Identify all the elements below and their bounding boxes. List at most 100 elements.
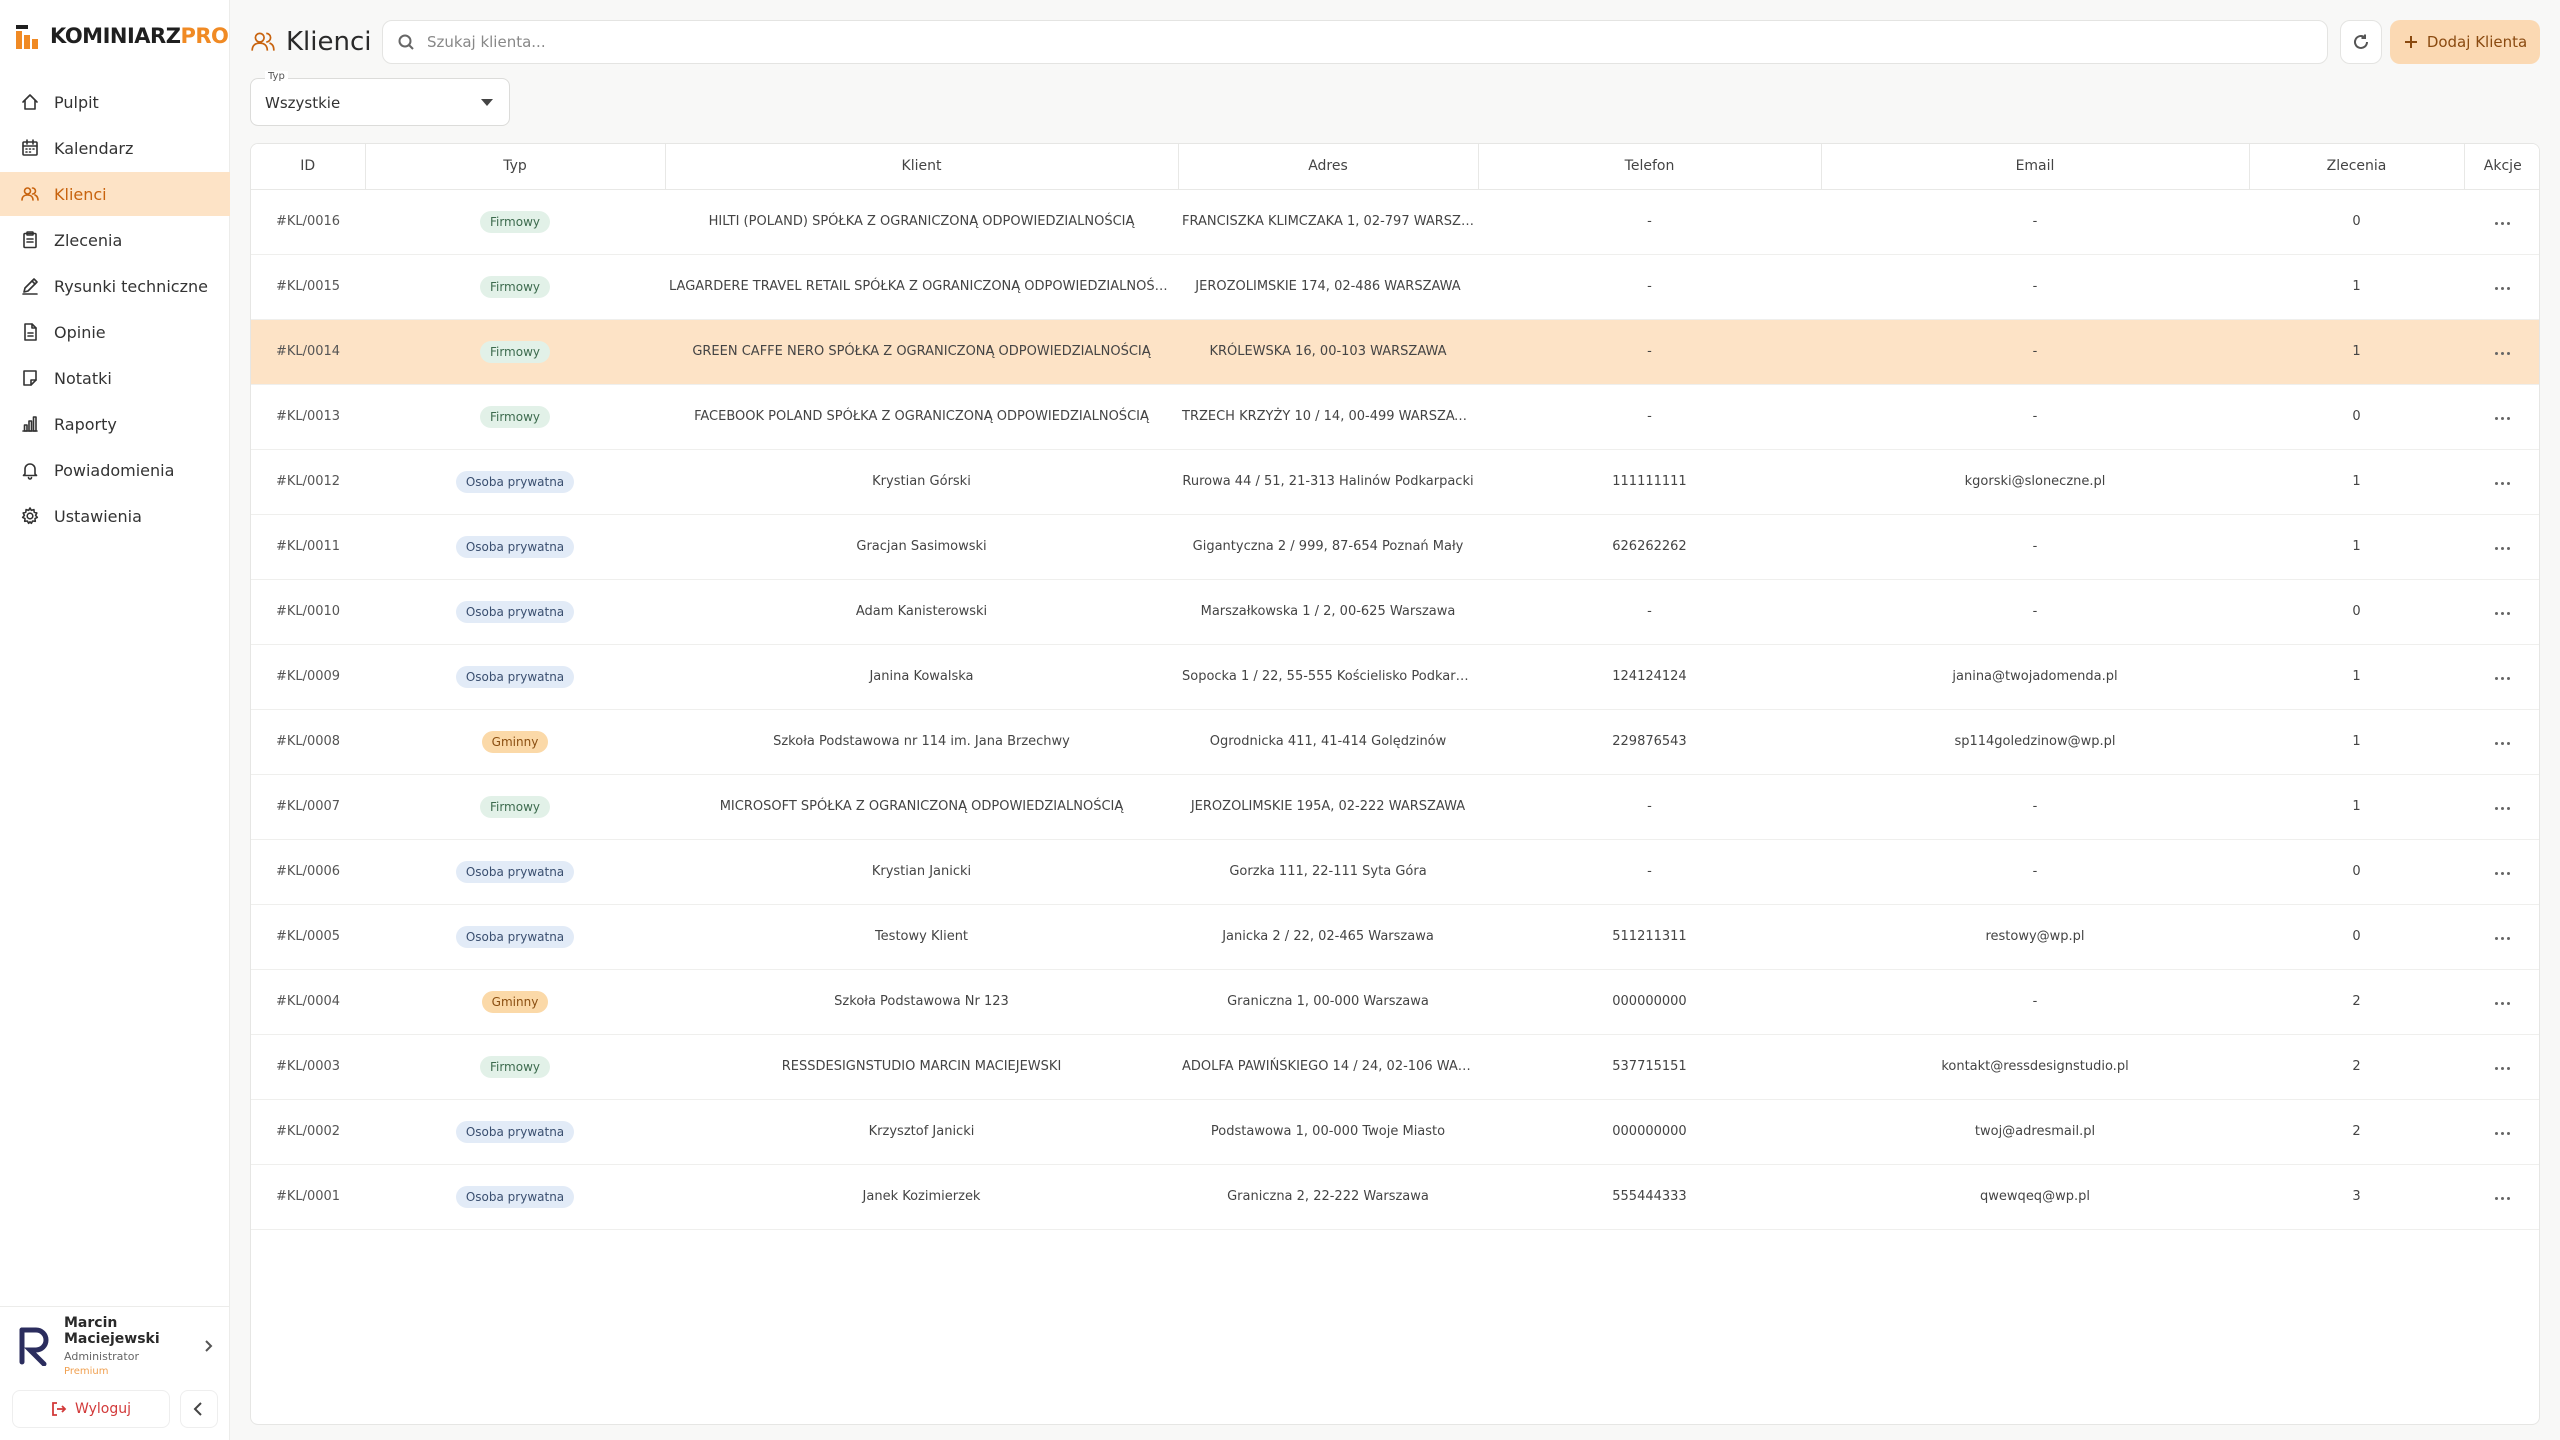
search-bar[interactable]	[382, 20, 2328, 64]
column-header-id[interactable]: ID	[251, 144, 366, 190]
sidebar-item-pulpit[interactable]: Pulpit	[0, 80, 230, 124]
table-row[interactable]: #KL/0007 Firmowy MICROSOFT SPÓŁKA Z OGRANI…	[251, 774, 2539, 840]
logout-button[interactable]: Wyloguj	[12, 1390, 170, 1428]
sidebar-item-klienci[interactable]: Klienci	[0, 172, 230, 216]
sidebar: KOMINIARZPRO Pulpit Kalendarz Klienci Zlece…	[0, 0, 230, 1440]
more-actions-icon[interactable]	[2495, 1067, 2510, 1070]
client-name-cell: Szkoła Podstawowa Nr 123	[665, 969, 1178, 1035]
client-name-cell: Janina Kowalska	[665, 644, 1178, 710]
client-address-cell: ADOLFA PAWIŃSKIEGO 14 / 24, 02-106 WARSZ…	[1178, 1034, 1478, 1100]
client-name-cell: RESSDESIGNSTUDIO MARCIN MACIEJEWSKI	[665, 1034, 1178, 1100]
client-address-cell: Sopocka 1 / 22, 55-555 Kościelisko Podka…	[1178, 644, 1478, 710]
client-address-cell: Podstawowa 1, 00-000 Twoje Miasto	[1178, 1099, 1478, 1165]
client-email-cell: janina@twojadomenda.pl	[1821, 644, 2249, 710]
sidebar-item-ustawienia[interactable]: Ustawienia	[0, 494, 230, 538]
refresh-button[interactable]	[2340, 20, 2382, 64]
chevron-right-icon[interactable]	[200, 1338, 216, 1354]
document-icon	[24, 323, 37, 341]
add-client-button[interactable]: Dodaj Klienta	[2390, 20, 2540, 64]
client-id-cell: #KL/0001	[251, 1164, 365, 1230]
more-actions-icon[interactable]	[2495, 1132, 2510, 1135]
client-orders-cell: 2	[2249, 969, 2464, 1035]
client-name-cell: Krystian Janicki	[665, 839, 1178, 905]
row-actions-cell	[2464, 579, 2539, 645]
client-address-cell: Graniczna 1, 00-000 Warszawa	[1178, 969, 1478, 1035]
table-row[interactable]: #KL/0001 Osoba prywatna Janek Kozimierzek G…	[251, 1164, 2539, 1230]
table-row[interactable]: #KL/0004 Gminny Szkoła Podstawowa Nr 123 Gr…	[251, 969, 2539, 1035]
table-row[interactable]: #KL/0009 Osoba prywatna Janina Kowalska Sop…	[251, 644, 2539, 710]
client-type-badge: Firmowy	[479, 405, 551, 428]
client-type-cell: Osoba prywatna	[365, 1099, 665, 1165]
table-row[interactable]: #KL/0010 Osoba prywatna Adam Kanisterowski…	[251, 579, 2539, 645]
table-row[interactable]: #KL/0006 Osoba prywatna Krystian Janicki Go…	[251, 839, 2539, 905]
client-type-cell: Firmowy	[365, 384, 665, 450]
sidebar-item-kalendarz[interactable]: Kalendarz	[0, 126, 230, 170]
sidebar-item-label: Raporty	[54, 414, 117, 434]
table-row[interactable]: #KL/0011 Osoba prywatna Gracjan Sasimowski…	[251, 514, 2539, 580]
client-type-cell: Osoba prywatna	[365, 579, 665, 645]
client-orders-cell: 1	[2249, 254, 2464, 320]
table-row[interactable]: #KL/0013 Firmowy FACEBOOK POLAND SPÓŁKA Z …	[251, 384, 2539, 450]
column-header-phone[interactable]: Telefon	[1478, 144, 1822, 190]
client-email-cell: qwewqeq@wp.pl	[1821, 1164, 2249, 1230]
sidebar-item-zlecenia[interactable]: Zlecenia	[0, 218, 230, 262]
client-type-badge: Osoba prywatna	[455, 665, 575, 688]
column-header-client[interactable]: Klient	[665, 144, 1179, 190]
more-actions-icon[interactable]	[2495, 287, 2510, 290]
type-filter-select[interactable]: Typ Wszystkie	[250, 71, 510, 126]
table-row[interactable]: #KL/0016 Firmowy HILTI (POLAND) SPÓŁKA Z O…	[251, 189, 2539, 255]
client-phone-cell: 000000000	[1478, 1099, 1821, 1165]
row-actions-cell	[2464, 189, 2539, 255]
more-actions-icon[interactable]	[2495, 352, 2510, 355]
table-row[interactable]: #KL/0005 Osoba prywatna Testowy Klient Jani…	[251, 904, 2539, 970]
more-actions-icon[interactable]	[2495, 1197, 2510, 1200]
client-name-cell: Krystian Górski	[665, 449, 1178, 515]
sidebar-item-powiadomienia[interactable]: Powiadomienia	[0, 448, 230, 492]
client-email-cell: restowy@wp.pl	[1821, 904, 2249, 970]
bell-icon	[22, 463, 38, 480]
plus-icon	[2404, 36, 2417, 48]
client-id-cell: #KL/0016	[251, 189, 365, 255]
client-email-cell: kgorski@sloneczne.pl	[1821, 449, 2249, 515]
sidebar-item-opinie[interactable]: Opinie	[0, 310, 230, 354]
table-row[interactable]: #KL/0015 Firmowy LAGARDERE TRAVEL RETAIL S…	[251, 254, 2539, 320]
row-actions-cell	[2464, 1099, 2539, 1165]
more-actions-icon[interactable]	[2495, 547, 2510, 550]
client-orders-cell: 2	[2249, 1099, 2464, 1165]
more-actions-icon[interactable]	[2495, 612, 2510, 615]
client-address-cell: JEROZOLIMSKIE 174, 02-486 WARSZAWA	[1178, 254, 1478, 320]
client-orders-cell: 1	[2249, 449, 2464, 515]
more-actions-icon[interactable]	[2495, 417, 2510, 420]
table-row[interactable]: #KL/0002 Osoba prywatna Krzysztof Janicki P…	[251, 1099, 2539, 1165]
more-actions-icon[interactable]	[2495, 937, 2510, 940]
table-row[interactable]: #KL/0008 Gminny Szkoła Podstawowa nr 114 i…	[251, 709, 2539, 775]
more-actions-icon[interactable]	[2495, 807, 2510, 810]
sidebar-item-raporty[interactable]: Raporty	[0, 402, 230, 446]
table-row[interactable]: #KL/0012 Osoba prywatna Krystian Górski Rur…	[251, 449, 2539, 515]
column-header-type[interactable]: Typ	[365, 144, 666, 190]
client-email-cell: -	[1821, 969, 2249, 1035]
collapse-sidebar-button[interactable]	[180, 1390, 218, 1428]
more-actions-icon[interactable]	[2495, 872, 2510, 875]
more-actions-icon[interactable]	[2495, 677, 2510, 680]
sidebar-item-rysunki-techniczne[interactable]: Rysunki techniczne	[0, 264, 230, 308]
more-actions-icon[interactable]	[2495, 482, 2510, 485]
users-icon	[21, 187, 39, 201]
brand-logo[interactable]: KOMINIARZPRO	[14, 20, 229, 52]
client-address-cell: KRÓLEWSKA 16, 00-103 WARSZAWA	[1178, 319, 1478, 385]
table-row[interactable]: #KL/0003 Firmowy RESSDESIGNSTUDIO MARCIN M…	[251, 1034, 2539, 1100]
user-name: Marcin Maciejewski	[64, 1314, 160, 1347]
column-header-email[interactable]: Email	[1821, 144, 2250, 190]
more-actions-icon[interactable]	[2495, 742, 2510, 745]
column-header-address[interactable]: Adres	[1178, 144, 1479, 190]
client-phone-cell: -	[1478, 384, 1821, 450]
more-actions-icon[interactable]	[2495, 1002, 2510, 1005]
user-card[interactable]: Marcin Maciejewski Administrator Premium	[0, 1306, 230, 1384]
more-actions-icon[interactable]	[2495, 222, 2510, 225]
search-input[interactable]	[427, 33, 2227, 51]
sidebar-item-notatki[interactable]: Notatki	[0, 356, 230, 400]
table-row[interactable]: #KL/0014 Firmowy GREEN CAFFE NERO SPÓŁKA Z…	[251, 319, 2539, 385]
client-email-cell: -	[1821, 254, 2249, 320]
table-header-row: ID Typ Klient Adres Telefon Email Zlecen…	[251, 144, 2539, 190]
column-header-orders[interactable]: Zlecenia	[2249, 144, 2465, 190]
